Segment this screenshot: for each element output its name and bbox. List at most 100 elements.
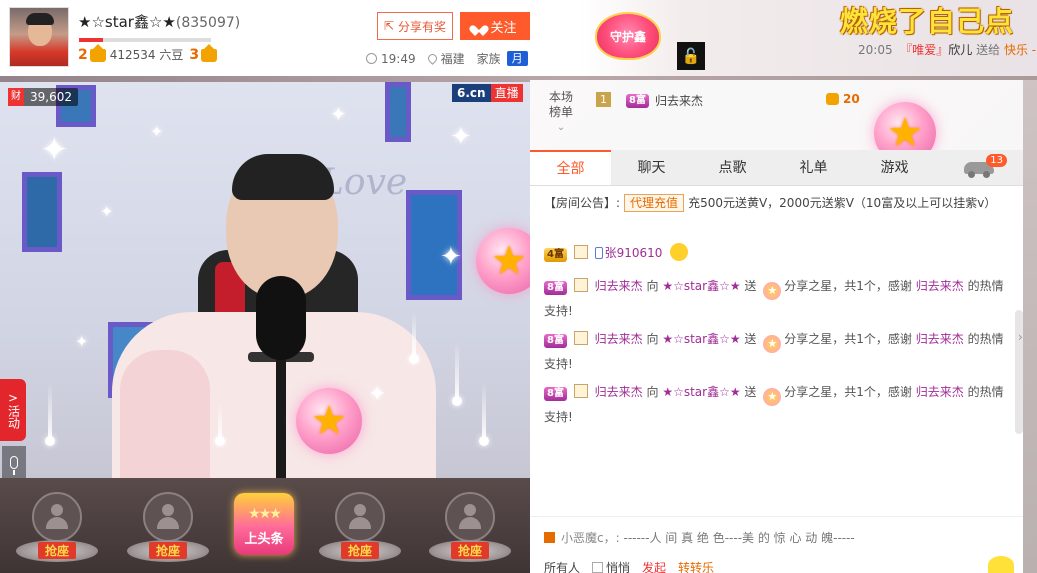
chat-message: 4富 张910610 [544,242,1009,265]
gift-support: 支持! [544,304,573,318]
gift-thanks-user[interactable]: 归去来杰 [916,332,964,346]
gift-thanks-user[interactable]: 归去来杰 [916,385,964,399]
site-logo: 6.cn 直播 [452,84,523,102]
sparkle-icon: ✦ [100,202,114,221]
tab-vehicle[interactable]: 13 [935,150,1023,185]
family-badge[interactable]: 月 [506,51,528,66]
seat-slot[interactable]: 抢座 [16,492,98,572]
headline-button[interactable]: ★★★ 上头条 [234,493,294,555]
room-time: 19:49 [381,51,416,66]
gift-target[interactable]: ★☆star鑫☆★ [662,332,740,346]
agent-recharge-tag[interactable]: 代理充值 [624,194,685,212]
wealth-level-badge: 8富 [544,281,567,295]
star-gift-icon: ★ [763,388,782,406]
light-drip [452,342,462,406]
user-placeholder-icon [349,504,371,530]
chat-scrollbar[interactable] [1015,310,1023,434]
voice-button[interactable] [2,446,26,478]
horn-icon [544,532,555,543]
happy-wheel-button[interactable]: 转转乐 [678,559,714,573]
seat-slot[interactable]: 抢座 [429,492,511,572]
notice-text: 充500元送黄V，2000元送紫V（10富及以上可以挂紫v） [688,196,997,210]
share-button[interactable]: ⇱ 分享有奖 [377,12,453,40]
audience-select[interactable]: 所有人 [544,559,580,573]
tab-gift-list[interactable]: 礼单 [773,150,854,185]
grab-seat-button[interactable]: 抢座 [149,542,187,559]
gift-thanks-user[interactable]: 归去来杰 [916,279,964,293]
whisper-text: ------人 间 真 绝 色----美 的 惊 心 动 魄----- [623,531,855,545]
wealth-value: 39,602 [30,90,72,104]
sparkle-icon: ✦ [330,102,347,126]
ranking-toggle[interactable]: 本场 榜单 ⌄ [549,90,573,135]
tab-chat[interactable]: 聊天 [611,150,692,185]
level-right: 3 [189,46,200,63]
gift-sender[interactable]: 归去来杰 [595,332,643,346]
tab-games[interactable]: 游戏 [854,150,935,185]
level-progress-bar [79,38,211,42]
vip-icon [573,331,588,345]
host-name: ★☆star鑫☆★(835097) [78,11,240,32]
logo-live-text: 直播 [490,84,523,102]
sparkle-icon: ✦ [450,122,472,152]
level-progress-fill [79,38,103,42]
quiet-label: 悄悄 [606,561,631,573]
tab-song-request[interactable]: 点歌 [692,150,773,185]
gift-tail: 的热情 [967,385,1004,399]
chat-controls: 所有人 悄悄 发起 转转乐 [544,559,714,573]
star-orb-icon: ★ [476,228,530,294]
chat-tabs: 全部 聊天 点歌 礼单 游戏 13 [530,150,1023,186]
activity-tab[interactable]: > 活动 [0,379,26,441]
user-placeholder-icon [459,504,481,530]
user-placeholder-icon [157,504,179,530]
grab-seat-button[interactable]: 抢座 [38,542,76,559]
microphone [256,276,306,360]
gift-target[interactable]: ★☆star鑫☆★ [662,385,740,399]
whisper-line: 小恶魔c，: ------人 间 真 绝 色----美 的 惊 心 动 魄---… [544,529,855,546]
seat-avatar [445,492,495,542]
seat-avatar [32,492,82,542]
share-icon: ⇱ [383,19,395,33]
seat-avatar [143,492,193,542]
room-notice: 【房间公告】: 代理充值 充500元送黄V，2000元送紫V（10富及以上可以挂紫v… [544,194,1015,212]
chat-footer: 小恶魔c，: ------人 间 真 绝 色----美 的 惊 心 动 魄---… [530,516,1023,573]
level-left: 2 [78,46,88,63]
launch-button[interactable]: 发起 [642,559,666,573]
gift-lock-icon[interactable]: 🔓 [677,42,705,70]
tab-all[interactable]: 全部 [530,150,611,185]
gift-sender[interactable]: 归去来杰 [595,385,643,399]
chat-username[interactable]: 张910610 [605,246,663,260]
gift-target[interactable]: ★☆star鑫☆★ [662,279,740,293]
coin-icon [826,93,839,105]
lightbulb-icon[interactable] [988,556,1014,573]
wealth-level-badge: 4富 [544,248,567,262]
light-drip [409,312,419,364]
rank-entry[interactable]: 8富 归去来杰 [626,92,703,109]
wealth-tag: 财 [8,88,24,106]
room-info: 19:49 福建 家族 月 [366,50,528,67]
notice-prefix: 【房间公告】: [544,196,621,210]
guard-badge[interactable]: 守护鑫 [597,14,659,58]
activity-arrow: > [7,390,19,405]
gift-sender[interactable]: 归去来杰 [595,279,643,293]
quiet-checkbox[interactable] [592,562,604,573]
quiet-toggle[interactable]: 悄悄 [592,559,630,573]
seat-slot[interactable]: 抢座 [319,492,401,572]
whisper-name[interactable]: 小恶魔c，: [561,531,620,545]
crown-icon-2 [201,44,218,62]
chat-feed: 【房间公告】: 代理充值 充500元送黄V，2000元送紫V（10富及以上可以挂紫v… [530,186,1023,516]
gift-ticker: 20:05 『唯爱』欣儿 送给 快乐 - [858,41,1036,58]
follow-button[interactable]: 关注 [460,12,530,40]
light-drip [479,382,489,446]
seat-slot[interactable]: 抢座 [127,492,209,572]
ticker-time: 20:05 [858,43,893,57]
ticker-target: 快乐 - [1003,43,1037,57]
ticker-tag: 『唯爱』 [900,43,949,57]
grab-seat-button[interactable]: 抢座 [341,542,379,559]
live-video[interactable]: Love ✦ ✦ ✦ ✦ ✦ ✦ ✦ ✦ ★ ★ 财 39,602 6.cn 直… [0,82,530,478]
gift-send: 送 [744,332,757,346]
clock-icon [366,53,377,64]
grab-seat-button[interactable]: 抢座 [451,542,489,559]
gift-support: 支持! [544,410,573,424]
host-avatar[interactable] [9,7,69,67]
host-stats: 2 412534 六豆 3 [78,44,221,63]
